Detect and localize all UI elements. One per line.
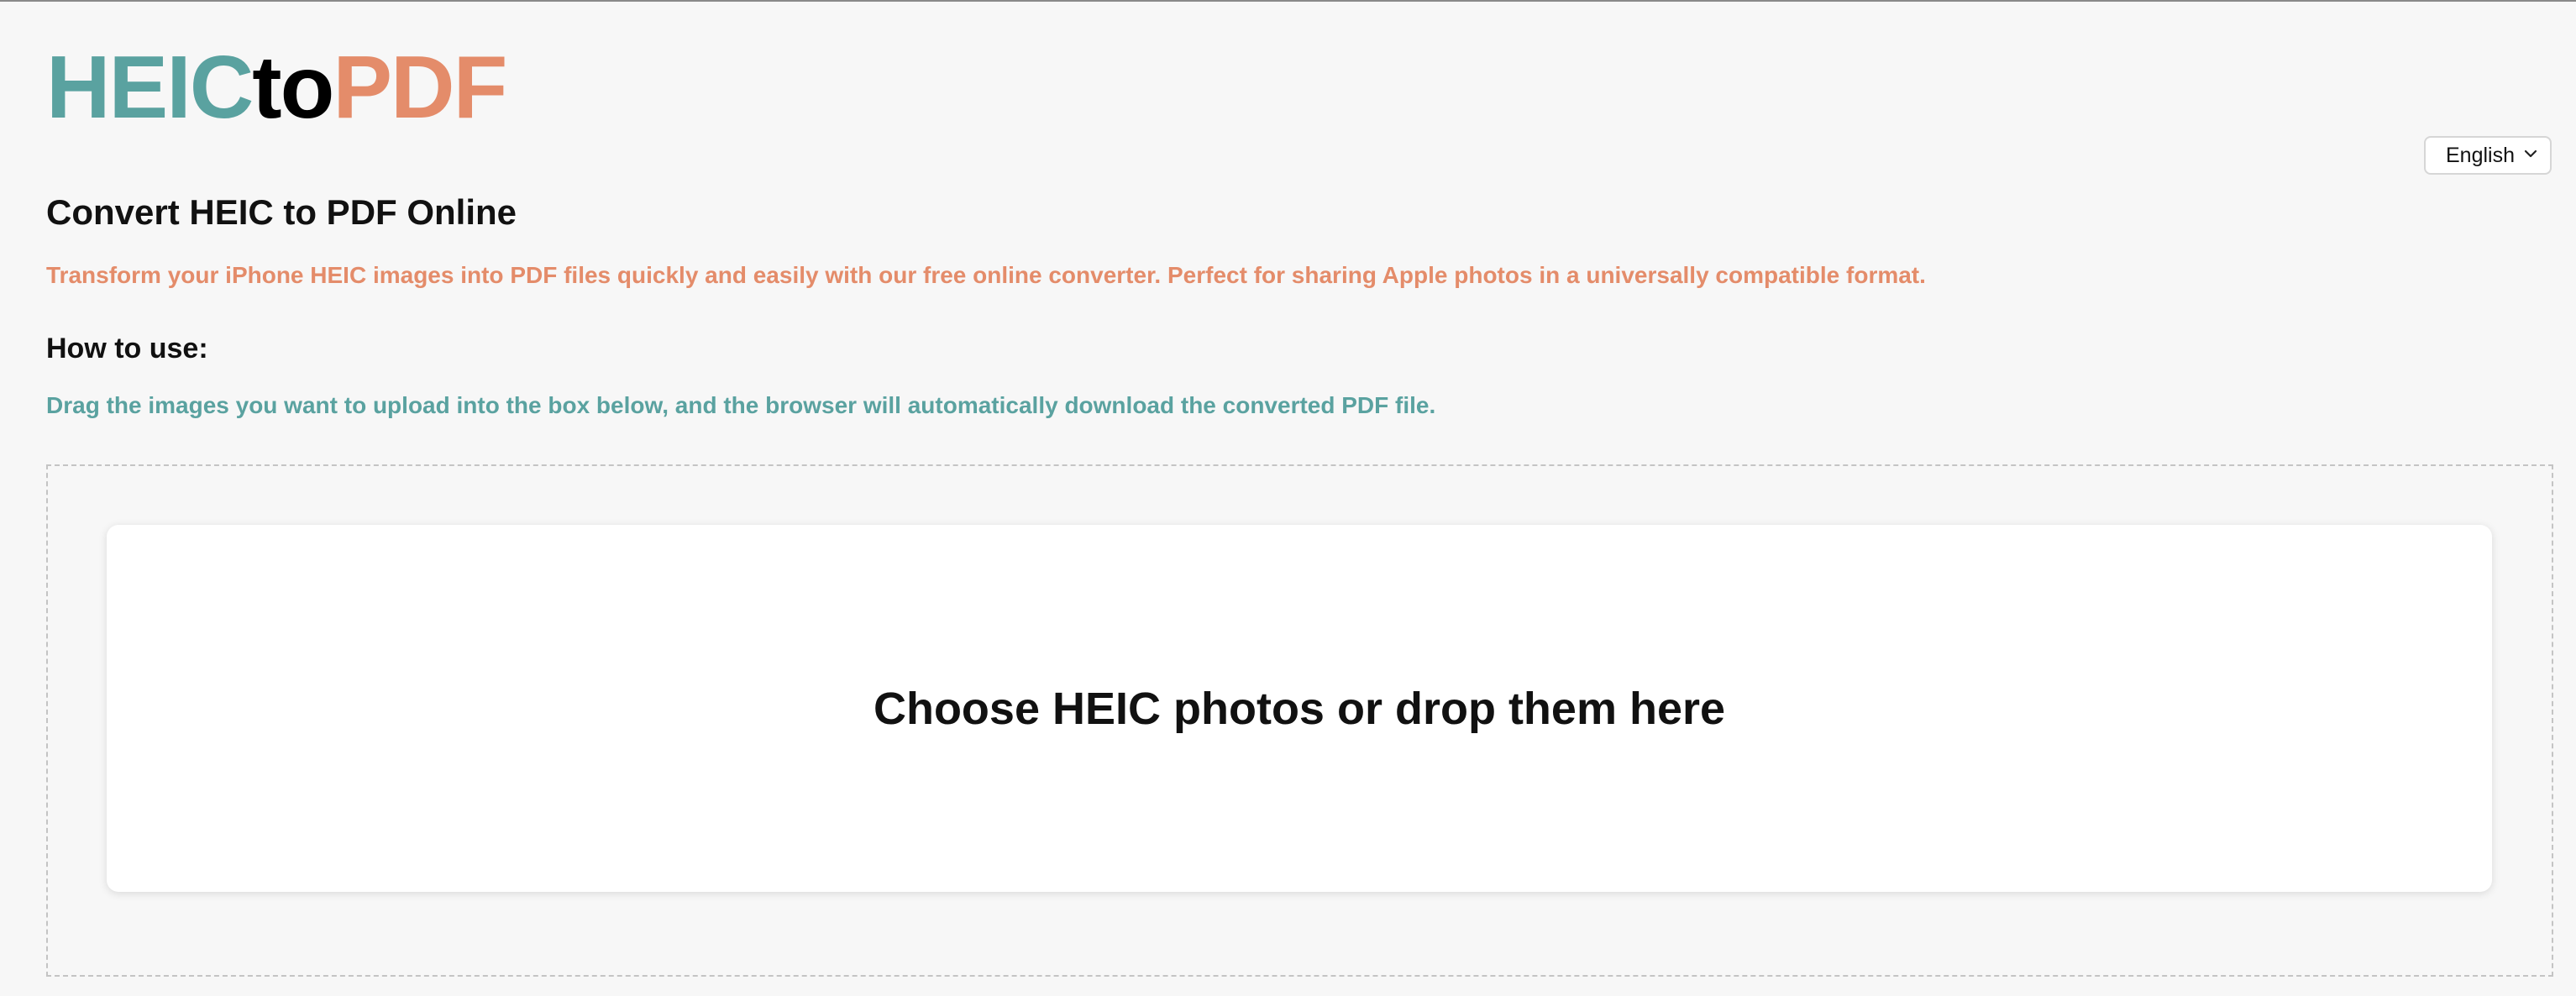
howto-instructions: Drag the images you want to upload into … (46, 392, 1436, 418)
howto-heading: How to use: (46, 333, 208, 364)
choose-files-button[interactable]: Choose HEIC photos or drop them here (107, 525, 2492, 892)
language-select[interactable]: English (2424, 136, 2552, 175)
logo-part-heic: HEIC (46, 38, 254, 137)
logo-part-to: to (252, 38, 334, 137)
page-title: Convert HEIC to PDF Online (46, 192, 517, 232)
logo-part-pdf: PDF (333, 38, 507, 137)
language-select-value: English (2446, 143, 2515, 167)
chevron-down-icon (2524, 149, 2537, 158)
upload-label: Choose HEIC photos or drop them here (873, 683, 1726, 734)
page-subtitle: Transform your iPhone HEIC images into P… (46, 262, 1926, 288)
site-logo[interactable]: HEICtoPDF (46, 37, 507, 138)
